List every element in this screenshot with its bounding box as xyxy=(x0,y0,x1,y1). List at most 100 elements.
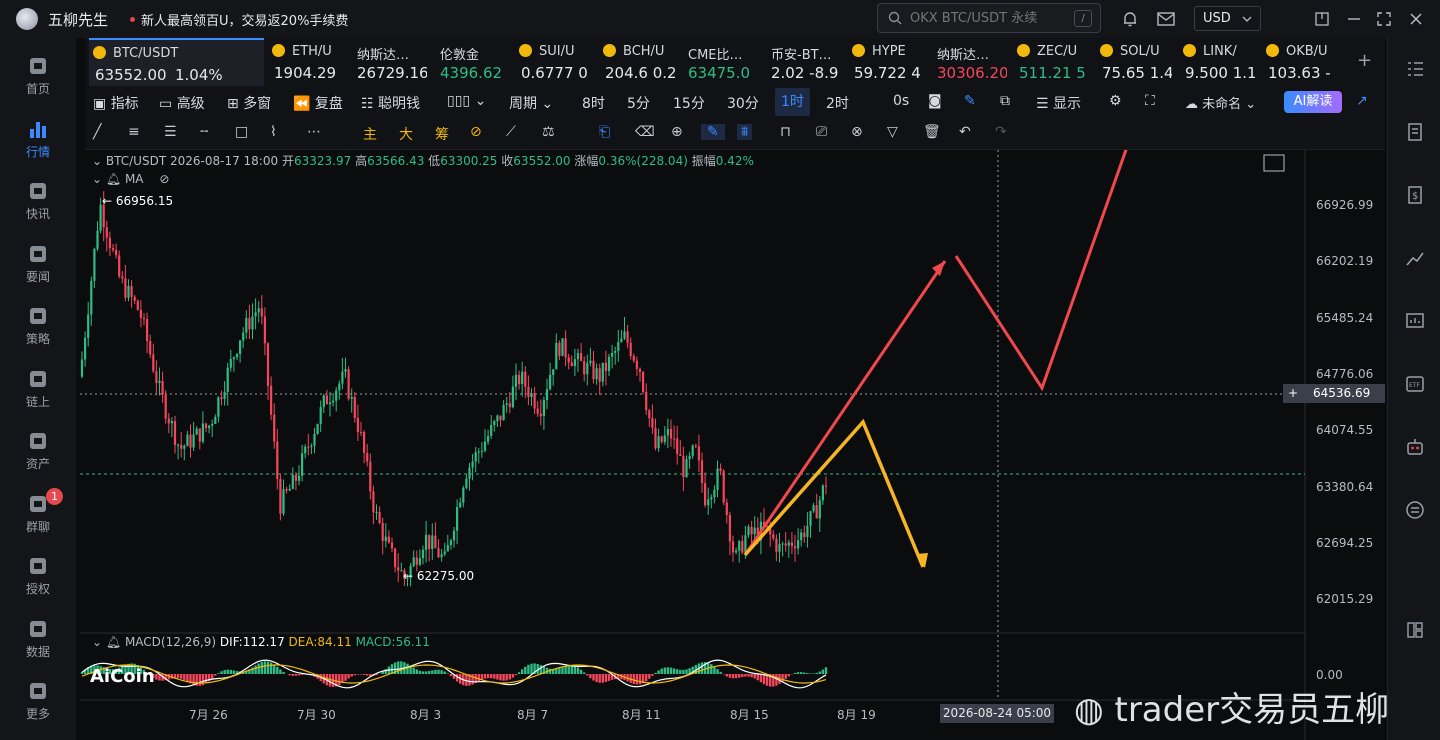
main-tool-button[interactable]: 主 xyxy=(363,124,377,144)
undo-icon[interactable]: ↶ xyxy=(959,124,971,140)
dollar-icon[interactable]: $ xyxy=(1404,184,1426,206)
timeframe-0s[interactable]: 0s xyxy=(893,93,909,109)
ticker-10[interactable]: ZEC/U 511.21 5 xyxy=(1013,38,1089,86)
ticker-5[interactable]: BCH/U 204.6 0.2 xyxy=(599,38,675,86)
search-input[interactable] xyxy=(910,10,1060,26)
ticker-13[interactable]: OKB/U 103.63 - xyxy=(1262,38,1338,86)
chevron-down-icon[interactable]: ⌄ xyxy=(92,172,102,186)
nav-item-2[interactable]: 快讯 xyxy=(0,171,76,227)
nav-item-10[interactable]: 更多 xyxy=(0,671,76,727)
chevron-down-icon[interactable]: ⌄ xyxy=(92,635,102,649)
list-icon[interactable] xyxy=(1404,58,1426,80)
pin-window-icon[interactable] xyxy=(1311,8,1333,30)
chevron-down-icon[interactable]: ⌄ xyxy=(92,154,102,168)
multi-window-button[interactable]: ⊞ 多窗 xyxy=(227,93,271,113)
settings-icon[interactable]: ⚙ xyxy=(1109,93,1122,109)
timeframe-5m[interactable]: 5分 xyxy=(627,93,650,113)
nav-item-0[interactable]: 首页 xyxy=(0,46,76,102)
measure-icon[interactable]: ⊘ xyxy=(470,124,482,140)
nav-item-3[interactable]: 要闻 xyxy=(0,234,76,290)
nav-item-6[interactable]: 资产 xyxy=(0,421,76,477)
maximize-icon[interactable] xyxy=(1373,8,1395,30)
ticker-3[interactable]: 伦敦金 4396.62 xyxy=(434,38,510,86)
ticker-4[interactable]: SUI/U 0.6777 0 xyxy=(515,38,591,86)
nav-item-9[interactable]: 数据 xyxy=(0,609,76,665)
trash-icon[interactable]: 🗑 xyxy=(923,124,941,140)
nav-item-1[interactable]: 行情 xyxy=(0,109,76,165)
bell-icon[interactable] xyxy=(1119,8,1141,30)
chips-tool-button[interactable]: 筹 xyxy=(435,124,449,144)
add-ticker-button[interactable]: + xyxy=(1357,50,1372,71)
nav-item-5[interactable]: 链上 xyxy=(0,359,76,415)
timeframe-15m[interactable]: 15分 xyxy=(673,93,705,113)
document-icon[interactable] xyxy=(1404,121,1426,143)
chart-area[interactable]: ⌄ BTC/USDT 2026-08-17 18:00 开63323.97 高6… xyxy=(80,150,1387,740)
smart-money-button[interactable]: ☷ 聪明钱 xyxy=(361,93,420,113)
new-window-icon[interactable]: ⧉ xyxy=(1000,93,1010,109)
big-tool-button[interactable]: 大 xyxy=(399,124,413,144)
camera-icon[interactable]: ◙ xyxy=(928,93,942,109)
layout-name-button[interactable]: ☁ 未命名 ⌄ xyxy=(1185,93,1256,112)
horizontal-lines-icon[interactable]: ☰ xyxy=(164,124,177,140)
ticker-9[interactable]: 纳斯达… 30306.20 xyxy=(931,38,1007,86)
pattern-tool-icon[interactable]: ⌇ xyxy=(270,124,277,140)
timeframe-1h[interactable]: 1时 xyxy=(775,88,810,116)
filter-icon[interactable]: ▽ xyxy=(887,124,898,140)
chart-type-button[interactable]: ▯▯▯ ⌄ xyxy=(447,93,486,109)
ticker-11[interactable]: SOL/U 75.65 1.4 xyxy=(1096,38,1172,86)
search-box[interactable]: / xyxy=(877,3,1101,33)
replay-button[interactable]: ⏪ 复盘 xyxy=(293,93,343,113)
lock-icon[interactable]: ⊓ xyxy=(780,124,791,140)
sync-icon[interactable]: ⎚ xyxy=(816,124,827,140)
bookmark-icon[interactable]: ⎗ xyxy=(599,124,610,140)
mail-icon[interactable] xyxy=(1155,8,1177,30)
minimize-icon[interactable] xyxy=(1343,8,1365,30)
promo-banner[interactable]: 新人最高领百U，交易返20%手续费 xyxy=(141,10,348,29)
rectangle-tool-icon[interactable]: □ xyxy=(235,124,248,140)
calc-icon[interactable]: ⚖ xyxy=(542,124,555,140)
plus-icon[interactable]: + xyxy=(1283,384,1303,403)
trendline-tool-icon[interactable]: ╱ xyxy=(93,124,101,140)
ai-read-button[interactable]: AI解读 xyxy=(1284,91,1342,113)
ticker-2[interactable]: 纳斯达… 26729.16 xyxy=(351,38,427,86)
period-button[interactable]: 周期 ⌄ xyxy=(509,93,553,113)
alert-bell-icon[interactable]: 🔔︎ xyxy=(106,172,121,186)
trend-icon[interactable] xyxy=(1404,247,1426,269)
etf-icon[interactable]: ETF xyxy=(1404,373,1426,395)
exchange-icon[interactable] xyxy=(1404,499,1426,521)
indicators-button[interactable]: ▣ 指标 xyxy=(93,93,139,113)
draw-mode-icon[interactable]: ✎ xyxy=(701,124,725,140)
ruler-icon[interactable]: ⟋ xyxy=(506,124,516,140)
currency-select[interactable]: USD xyxy=(1194,6,1261,31)
visibility-icon[interactable]: ⊘ xyxy=(159,172,169,186)
nav-item-7[interactable]: 群聊 1 xyxy=(0,484,76,540)
nav-item-4[interactable]: 策略 xyxy=(0,296,76,352)
zoom-icon[interactable]: ⊕ xyxy=(671,124,683,140)
close-icon[interactable] xyxy=(1405,8,1427,30)
layout-icon[interactable] xyxy=(1404,619,1426,641)
display-button[interactable]: ☰ 显示 xyxy=(1036,93,1081,113)
more-tools-icon[interactable]: ⋯ xyxy=(307,124,321,140)
timeframe-30m[interactable]: 30分 xyxy=(727,93,759,113)
alert-bell-icon[interactable]: 🔔︎ xyxy=(106,635,121,649)
robot-icon[interactable] xyxy=(1404,436,1426,458)
ticker-0[interactable]: BTC/USDT 63552.00 1.04% xyxy=(89,38,264,86)
timeframe-8h[interactable]: 8时 xyxy=(582,93,605,113)
ticker-1[interactable]: ETH/U 1904.29 xyxy=(268,38,344,86)
ticker-12[interactable]: LINK/9.500 1.1 xyxy=(1179,38,1255,86)
candlestick-chart[interactable] xyxy=(80,150,1387,740)
ticker-7[interactable]: 币安-BT… 2.02 -8.9 xyxy=(765,38,841,86)
timeframe-2h[interactable]: 2时 xyxy=(826,93,849,113)
monitor-chart-icon[interactable] xyxy=(1404,310,1426,332)
magnet-icon[interactable]: ⩩ xyxy=(737,124,753,140)
nav-item-8[interactable]: 授权 xyxy=(0,546,76,602)
fullscreen-icon[interactable]: ⛶ xyxy=(1145,93,1155,109)
hline-tool-icon[interactable]: ╌ xyxy=(200,124,208,140)
eraser-icon[interactable]: ⌫ xyxy=(635,124,655,140)
parallel-lines-icon[interactable]: ≡ xyxy=(128,124,140,140)
pen-icon[interactable]: ✎ xyxy=(964,93,976,109)
share-icon[interactable]: ↗ xyxy=(1356,93,1368,109)
ticker-6[interactable]: CME比… 63475.0 xyxy=(682,38,758,86)
ticker-8[interactable]: HYPE 59.722 4 xyxy=(848,38,924,86)
redo-icon[interactable]: ↷ xyxy=(995,124,1007,140)
